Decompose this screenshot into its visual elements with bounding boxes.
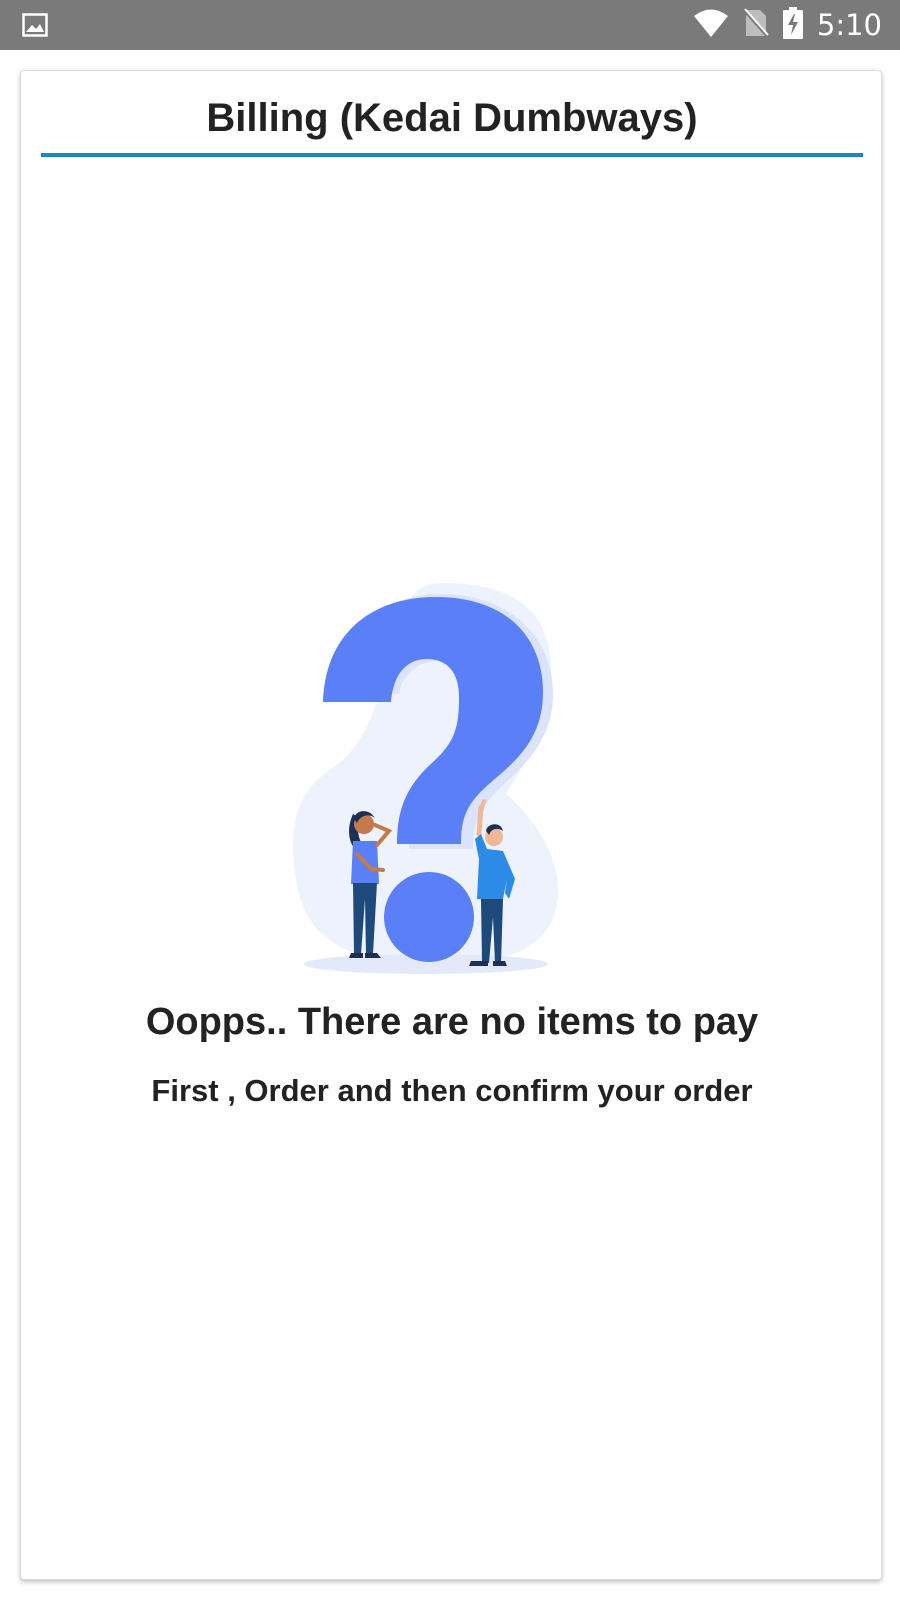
no-sim-icon xyxy=(742,7,769,43)
battery-charging-icon xyxy=(782,6,803,44)
empty-state-subtitle: First , Order and then confirm your orde… xyxy=(151,1073,753,1108)
empty-state-title: Oopps.. There are no items to pay xyxy=(145,1001,759,1043)
image-icon xyxy=(22,12,48,38)
status-bar: 5:10 xyxy=(0,0,900,50)
page-title: Billing (Kedai Dumbways) xyxy=(206,96,698,140)
status-time: 5:10 xyxy=(816,8,882,42)
billing-card: Billing (Kedai Dumbways) Oopps.. There a… xyxy=(20,70,882,1580)
wifi-icon xyxy=(693,8,729,43)
card-header: Billing (Kedai Dumbways) xyxy=(41,89,863,157)
question-mark-people-illustration xyxy=(291,579,591,979)
